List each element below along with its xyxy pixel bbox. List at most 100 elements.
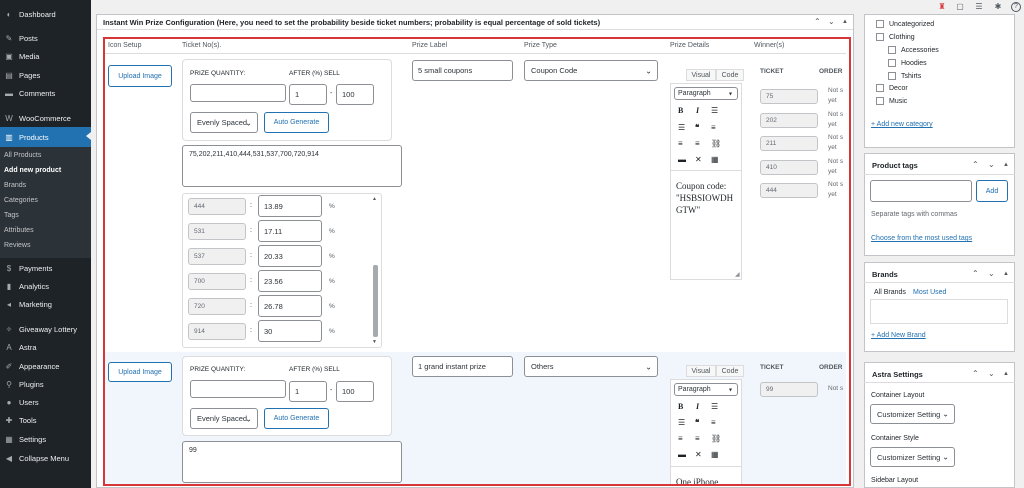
- analytics-icon: ▮: [6, 281, 12, 291]
- category-label: Music: [889, 98, 908, 105]
- menu-collapse[interactable]: ◀ Collapse Menu: [0, 449, 91, 467]
- menu-pages[interactable]: ▤ Pages: [0, 66, 91, 84]
- help-icon[interactable]: ?: [1011, 2, 1021, 12]
- menu-label: Users: [19, 397, 39, 407]
- category-checkbox[interactable]: [876, 97, 884, 105]
- add-category-link[interactable]: + Add new category: [871, 121, 933, 128]
- container-style-select[interactable]: Customizer Setting ⌄: [870, 447, 955, 467]
- top-bar: ♜ ▢ ☰ ✱ ?: [91, 0, 1024, 14]
- tags-title: Product tags: [872, 161, 918, 170]
- menu-plugins[interactable]: ⚲ Plugins: [0, 375, 91, 393]
- submenu-categories[interactable]: Categories: [4, 197, 38, 204]
- menu-label: Analytics: [19, 281, 50, 291]
- menu-label: Products: [19, 132, 49, 142]
- submenu-all-products[interactable]: All Products: [4, 152, 41, 159]
- menu-dashboard[interactable]: ◐ Dashboard: [0, 5, 91, 23]
- submenu-brands[interactable]: Brands: [4, 182, 26, 189]
- menu-woocommerce[interactable]: W WooCommerce: [0, 109, 91, 127]
- category-checkbox[interactable]: [888, 46, 896, 54]
- container-layout-value: Customizer Setting: [877, 409, 941, 419]
- panel-title: Instant Win Prize Configuration (Here, y…: [103, 18, 601, 27]
- submenu-add-new-product[interactable]: Add new product: [4, 167, 61, 174]
- menu-products[interactable]: ▥ Products: [0, 127, 91, 147]
- tag-input[interactable]: [870, 180, 972, 202]
- menu-comments[interactable]: ▬ Comments: [0, 84, 91, 102]
- toggle-panel-icon[interactable]: ▲: [1003, 162, 1009, 168]
- sidebar-layout-label: Sidebar Layout: [871, 477, 919, 484]
- admin-sidebar: ◐ Dashboard ✎ Posts ▣ Media ▤ Pages ▬ Comment…: [0, 0, 91, 488]
- products-submenu: All Products Add new product Brands Cate…: [0, 147, 91, 258]
- move-down-icon[interactable]: ⌄: [988, 269, 995, 278]
- collapse-icon: ◀: [5, 453, 13, 463]
- menu-label: Giveaway Lottery: [19, 324, 77, 334]
- menu-users[interactable]: ● Users: [0, 393, 91, 411]
- container-style-value: Customizer Setting: [877, 452, 941, 462]
- notification-icon[interactable]: ♜: [937, 2, 947, 12]
- chevron-down-icon: ⌄: [942, 409, 949, 419]
- plugins-icon: ⚲: [6, 379, 12, 389]
- tags-hint: Separate tags with commas: [871, 211, 958, 218]
- category-label: Uncategorized: [889, 21, 935, 28]
- menu-label: Appearance: [19, 361, 60, 371]
- toggle-panel-icon[interactable]: ▲: [1003, 371, 1009, 377]
- comment-icon: ▬: [5, 88, 13, 98]
- tab-most-used-brands[interactable]: Most Used: [913, 289, 946, 296]
- submenu-reviews[interactable]: Reviews: [4, 242, 30, 249]
- lottery-icon: ✧: [5, 324, 13, 334]
- feedback-icon[interactable]: ▢: [955, 2, 965, 12]
- submenu-attributes[interactable]: Attributes: [4, 227, 34, 234]
- menu-appearance[interactable]: ✐ Appearance: [0, 357, 91, 375]
- category-label: Hoodies: [901, 60, 927, 67]
- pages-icon: ▤: [5, 70, 13, 80]
- menu-giveaway-lottery[interactable]: ✧ Giveaway Lottery: [0, 320, 91, 338]
- move-up-icon[interactable]: ⌃: [814, 17, 821, 26]
- astra-settings-title: Astra Settings: [872, 370, 923, 379]
- menu-label: Comments: [19, 88, 56, 98]
- tab-all-brands[interactable]: All Brands: [874, 289, 906, 296]
- menu-label: Dashboard: [19, 9, 56, 19]
- appearance-icon: ✐: [5, 361, 13, 371]
- category-label: Accessories: [901, 47, 939, 54]
- menu-tools[interactable]: ✚ Tools: [0, 411, 91, 429]
- move-up-icon[interactable]: ⌃: [972, 269, 979, 278]
- menu-label: Payments: [19, 263, 53, 273]
- category-checkbox[interactable]: [876, 33, 884, 41]
- container-layout-label: Container Layout: [871, 392, 925, 399]
- submenu-tags[interactable]: Tags: [4, 212, 19, 219]
- menu-label: Marketing: [19, 299, 52, 309]
- most-used-tags-link[interactable]: Choose from the most used tags: [871, 235, 972, 242]
- media-icon: ▣: [5, 51, 13, 61]
- chevron-down-icon: ⌄: [942, 452, 949, 462]
- menu-analytics[interactable]: ▮ Analytics: [0, 277, 91, 295]
- pin-icon: ✎: [5, 33, 13, 43]
- move-up-icon[interactable]: ⌃: [972, 369, 979, 378]
- menu-media[interactable]: ▣ Media: [0, 47, 91, 65]
- category-checkbox[interactable]: [888, 72, 896, 80]
- add-brand-link[interactable]: + Add New Brand: [871, 332, 926, 339]
- move-down-icon[interactable]: ⌄: [828, 17, 835, 26]
- move-down-icon[interactable]: ⌄: [988, 160, 995, 169]
- category-checkbox[interactable]: [876, 84, 884, 92]
- list-icon[interactable]: ☰: [974, 2, 984, 12]
- category-checkbox[interactable]: [876, 20, 884, 28]
- menu-settings[interactable]: ▦ Settings: [0, 430, 91, 448]
- menu-astra[interactable]: A Astra: [0, 338, 91, 356]
- menu-posts[interactable]: ✎ Posts: [0, 29, 91, 47]
- toggle-panel-icon[interactable]: ▲: [1003, 271, 1009, 277]
- products-icon: ▥: [5, 132, 13, 142]
- menu-label: Settings: [19, 434, 47, 444]
- container-style-label: Container Style: [871, 435, 919, 442]
- add-tag-button[interactable]: Add: [976, 180, 1008, 202]
- woo-icon: W: [5, 113, 13, 123]
- tools-icon: ✚: [5, 415, 13, 425]
- move-down-icon[interactable]: ⌄: [988, 369, 995, 378]
- menu-payments[interactable]: $ Payments: [0, 259, 91, 277]
- container-layout-select[interactable]: Customizer Setting ⌄: [870, 404, 955, 424]
- menu-label: Plugins: [19, 379, 44, 389]
- toggle-panel-icon[interactable]: ▲: [842, 19, 848, 25]
- category-checkbox[interactable]: [888, 59, 896, 67]
- move-up-icon[interactable]: ⌃: [972, 160, 979, 169]
- brands-list: [870, 299, 1008, 324]
- menu-marketing[interactable]: ◂ Marketing: [0, 295, 91, 313]
- gear-icon[interactable]: ✱: [993, 2, 1003, 12]
